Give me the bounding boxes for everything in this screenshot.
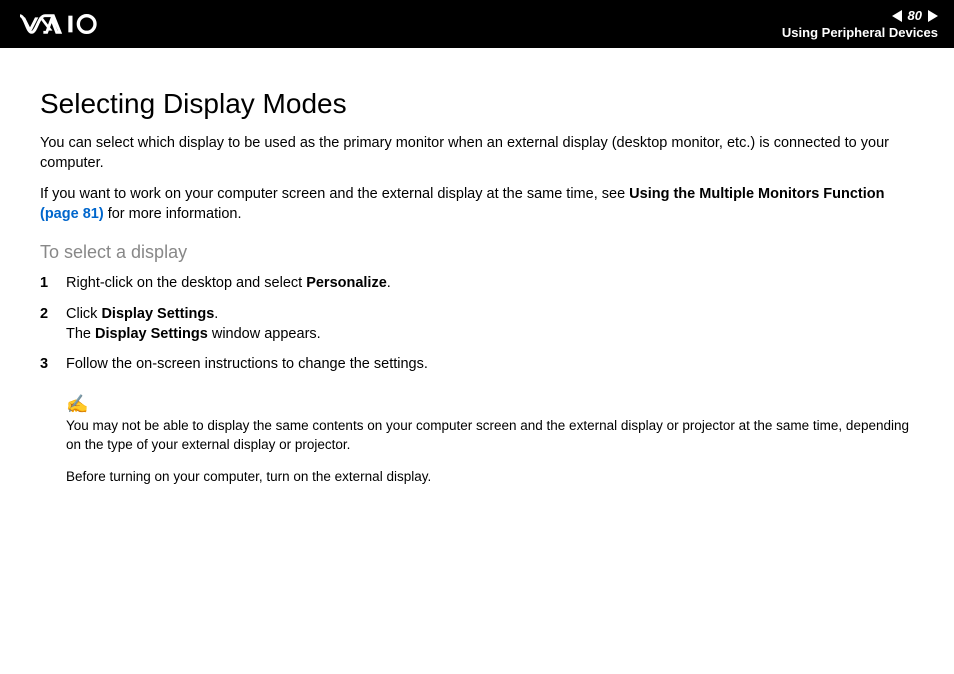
bold-text: Personalize — [306, 275, 387, 291]
page-header: 80 Using Peripheral Devices — [0, 0, 954, 48]
steps-list: Right-click on the desktop and select Pe… — [40, 273, 914, 374]
header-right: 80 Using Peripheral Devices — [782, 8, 938, 40]
note-text: You may not be able to display the same … — [66, 417, 914, 453]
text: The — [66, 326, 95, 342]
page-number: 80 — [906, 8, 924, 23]
vaio-logo — [20, 14, 120, 34]
procedure-heading: To select a display — [40, 242, 914, 263]
intro-paragraph-2: If you want to work on your computer scr… — [40, 185, 914, 224]
text: Using the Multiple Monitors Function — [629, 186, 884, 202]
prev-page-arrow-icon[interactable] — [892, 10, 902, 22]
bold-text: Display Settings — [95, 326, 208, 342]
step-item: Follow the on-screen instructions to cha… — [40, 354, 914, 374]
note-block: ✍ You may not be able to display the sam… — [40, 394, 914, 486]
intro-paragraph-1: You can select which display to be used … — [40, 134, 914, 173]
note-text: Before turning on your computer, turn on… — [66, 468, 914, 486]
page-link[interactable]: (page 81) — [40, 206, 104, 222]
text: Follow the on-screen instructions to cha… — [66, 356, 428, 372]
page-content: Selecting Display Modes You can select w… — [0, 48, 954, 520]
page-title: Selecting Display Modes — [40, 88, 914, 120]
text: . — [387, 275, 391, 291]
page-navigation: 80 — [892, 8, 938, 23]
bold-text: Display Settings — [101, 306, 214, 322]
section-title: Using Peripheral Devices — [782, 25, 938, 40]
text: If you want to work on your computer scr… — [40, 186, 629, 202]
text: window appears. — [208, 326, 321, 342]
step-item: Click Display Settings. The Display Sett… — [40, 304, 914, 345]
text: Right-click on the desktop and select — [66, 275, 306, 291]
note-icon: ✍ — [66, 394, 914, 415]
text: . — [214, 306, 218, 322]
text: for more information. — [104, 206, 242, 222]
text: Click — [66, 306, 101, 322]
next-page-arrow-icon[interactable] — [928, 10, 938, 22]
step-item: Right-click on the desktop and select Pe… — [40, 273, 914, 293]
